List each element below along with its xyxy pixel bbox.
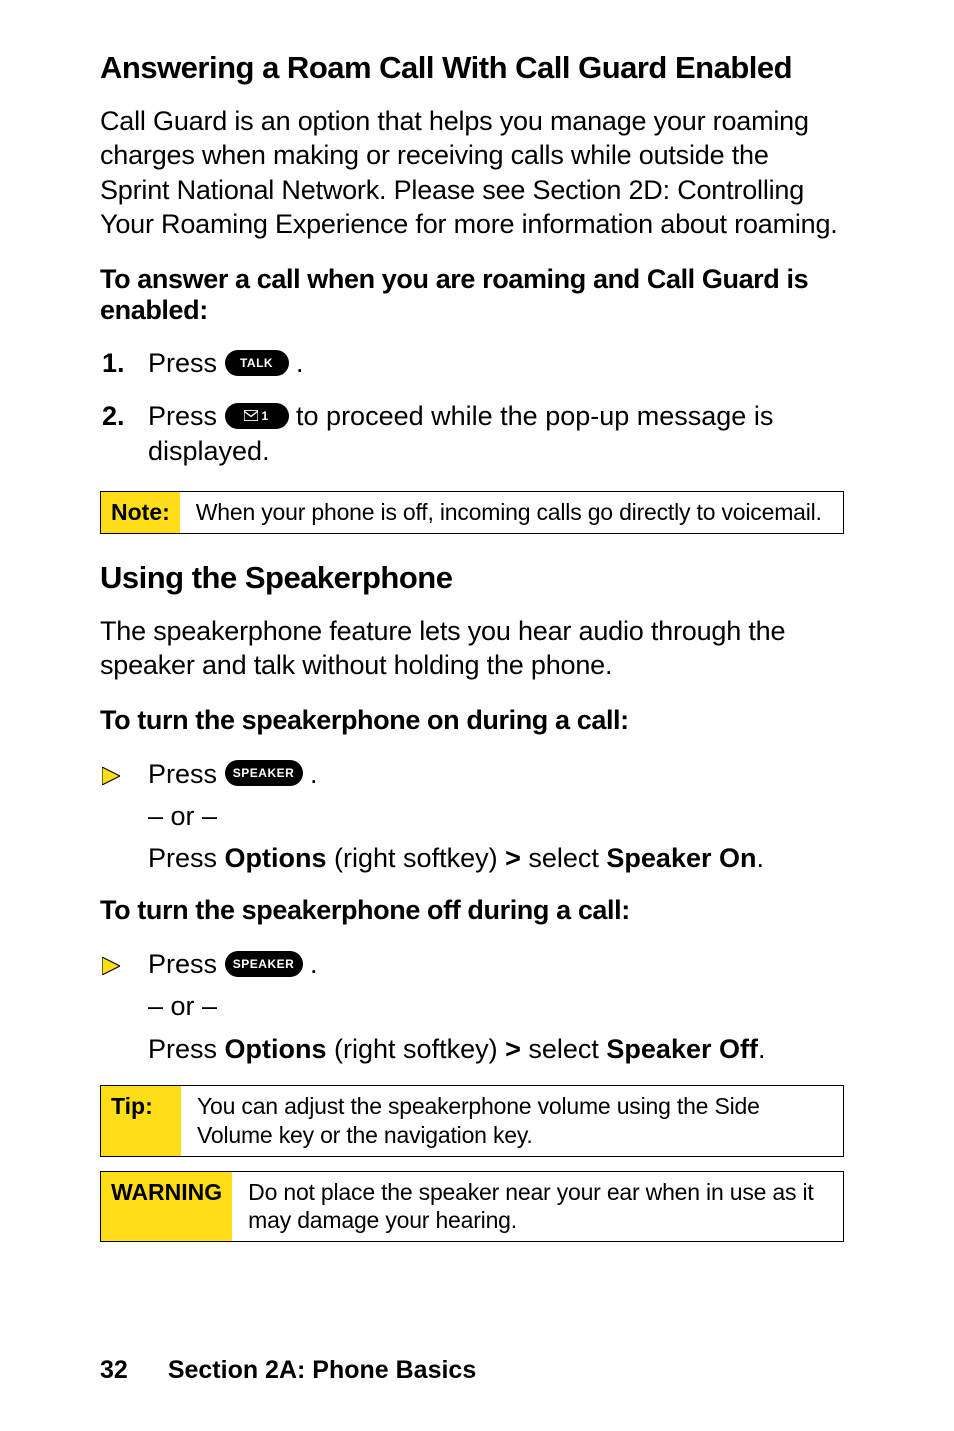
page-footer: 32 Section 2A: Phone Basics: [100, 1356, 476, 1385]
leadin-speaker-on: To turn the speakerphone on during a cal…: [100, 705, 844, 736]
note-label: Note:: [101, 492, 180, 533]
leadin-roam-call: To answer a call when you are roaming an…: [100, 264, 844, 326]
heading-speakerphone: Using the Speakerphone: [100, 560, 844, 596]
step-1-text-b: .: [289, 348, 304, 378]
or-text-off: – or –: [148, 988, 844, 1024]
options-c-off: (right softkey): [327, 1034, 506, 1064]
bullet-arrow-icon: [102, 948, 120, 984]
step-1-number: 1.: [102, 346, 125, 381]
key-1-label: 1: [261, 410, 268, 422]
body-speakerphone: The speakerphone feature lets you hear a…: [100, 614, 844, 683]
step-2: 2. Press 1 to proceed while the pop-up m…: [148, 399, 844, 469]
chevron-off: >: [505, 1034, 521, 1064]
step-1: 1. Press TALK .: [148, 346, 844, 381]
or-text-on: – or –: [148, 798, 844, 834]
footer-title: Section 2A: Phone Basics: [168, 1356, 476, 1384]
heading-roam-call: Answering a Roam Call With Call Guard En…: [100, 50, 844, 86]
options-end-on: .: [756, 843, 764, 873]
talk-key-icon: TALK: [225, 350, 289, 376]
tip-label: Tip:: [101, 1086, 181, 1156]
speaker-off-text: Speaker Off: [606, 1034, 758, 1064]
steps-list: 1. Press TALK . 2. Press 1 to proceed wh…: [100, 346, 844, 469]
options-c-on: (right softkey): [327, 843, 506, 873]
bullet-list-on: Press SPEAKER . – or – Press Options (ri…: [100, 756, 844, 877]
note-text: When your phone is off, incoming calls g…: [180, 492, 843, 533]
options-b-off: Options: [225, 1034, 327, 1064]
chevron-on: >: [505, 843, 521, 873]
warning-label: WARNING: [101, 1172, 232, 1242]
bullet-arrow-icon: [102, 758, 120, 794]
options-b-on: Options: [225, 843, 327, 873]
press-text-off: Press: [148, 949, 225, 979]
period-on: .: [303, 759, 318, 789]
step-2-text-a: Press: [148, 401, 225, 431]
leadin-speaker-off: To turn the speakerphone off during a ca…: [100, 895, 844, 926]
speaker-on-text: Speaker On: [606, 843, 756, 873]
tip-callout: Tip: You can adjust the speakerphone vol…: [100, 1085, 844, 1157]
options-a-off: Press: [148, 1034, 225, 1064]
document-page: Answering a Roam Call With Call Guard En…: [0, 0, 954, 1431]
note-callout: Note: When your phone is off, incoming c…: [100, 491, 844, 534]
options-d-off: select: [521, 1034, 607, 1064]
press-text-on: Press: [148, 759, 225, 789]
step-2-number: 2.: [102, 399, 125, 434]
mail-1-key-icon: 1: [225, 403, 289, 429]
step-1-text-a: Press: [148, 348, 225, 378]
warning-text: Do not place the speaker near your ear w…: [232, 1172, 843, 1242]
bullet-off: Press SPEAKER . – or – Press Options (ri…: [148, 946, 844, 1067]
tip-text: You can adjust the speakerphone volume u…: [181, 1086, 843, 1156]
speaker-key-icon: SPEAKER: [225, 760, 303, 786]
options-a-on: Press: [148, 843, 225, 873]
options-end-off: .: [758, 1034, 766, 1064]
options-d-on: select: [521, 843, 607, 873]
page-number: 32: [100, 1356, 128, 1384]
body-roam-call: Call Guard is an option that helps you m…: [100, 104, 844, 242]
speaker-key-icon: SPEAKER: [225, 951, 303, 977]
bullet-list-off: Press SPEAKER . – or – Press Options (ri…: [100, 946, 844, 1067]
bullet-on: Press SPEAKER . – or – Press Options (ri…: [148, 756, 844, 877]
period-off: .: [303, 949, 318, 979]
warning-callout: WARNING Do not place the speaker near yo…: [100, 1171, 844, 1243]
